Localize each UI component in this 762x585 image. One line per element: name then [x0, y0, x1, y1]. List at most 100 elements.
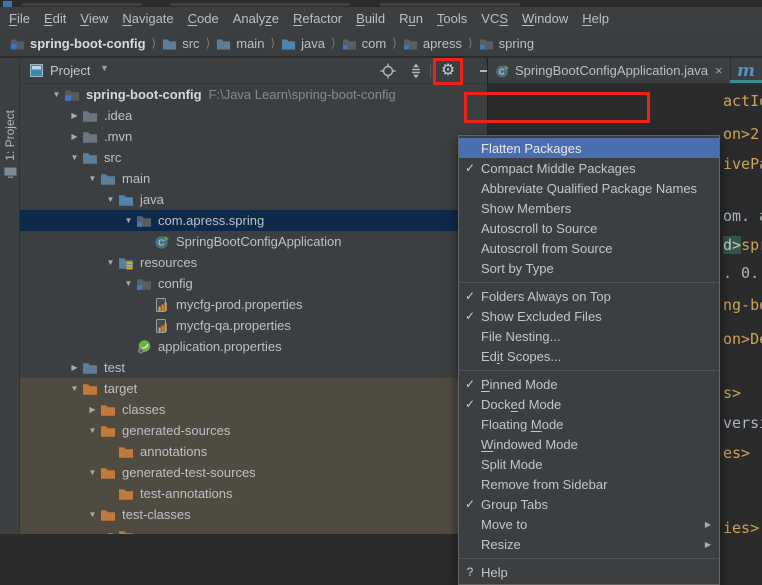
menu-tools[interactable]: Tools: [430, 7, 474, 30]
menu-item-pinned-mode[interactable]: ✓Pinned Mode: [459, 374, 719, 394]
breadcrumb-apress[interactable]: apress: [401, 36, 464, 51]
chevron-expanded-icon[interactable]: ▼: [85, 174, 100, 183]
chevron-collapsed-icon[interactable]: ▶: [85, 405, 100, 414]
menu-item-autoscroll-from-source[interactable]: Autoscroll from Source: [459, 238, 719, 258]
code-fragment: es>: [723, 444, 750, 462]
breadcrumb-spring-boot-config[interactable]: spring-boot-config: [8, 36, 148, 51]
tree-item-generated-test-sources[interactable]: ▼generated-test-sources: [20, 462, 487, 483]
menu-item-autoscroll-to-source[interactable]: Autoscroll to Source: [459, 218, 719, 238]
menu-window[interactable]: Window: [515, 7, 575, 30]
tab-springbootconfigapplication[interactable]: C SpringBootConfigApplication.java ×: [488, 58, 730, 83]
submenu-arrow-icon: ▶: [701, 520, 715, 529]
menu-file[interactable]: File: [2, 7, 37, 30]
panel-title[interactable]: Project: [50, 63, 90, 78]
tree-item-generated-sources[interactable]: ▼generated-sources: [20, 420, 487, 441]
chevron-collapsed-icon[interactable]: ▶: [67, 132, 82, 141]
breadcrumb-separator-icon: ⟩: [392, 36, 397, 50]
breadcrumb-spring[interactable]: spring: [477, 36, 536, 51]
tree-item-test-annotations[interactable]: test-annotations: [20, 483, 487, 504]
menu-item-sort-by-type[interactable]: Sort by Type: [459, 258, 719, 278]
chevron-expanded-icon[interactable]: ▼: [121, 279, 136, 288]
menu-item-group-tabs[interactable]: ✓Group Tabs: [459, 494, 719, 514]
tree-item-java[interactable]: ▼java: [20, 189, 487, 210]
menu-item-compact-middle-packages[interactable]: ✓Compact Middle Packages: [459, 158, 719, 178]
chevron-expanded-icon[interactable]: ▼: [49, 90, 64, 99]
tree-item-springbootconfigapplication[interactable]: CSpringBootConfigApplication: [20, 231, 487, 252]
tree-item-label: mycfg-qa.properties: [176, 318, 291, 333]
menu-refactor[interactable]: Refactor: [286, 7, 349, 30]
menu-build[interactable]: Build: [349, 7, 392, 30]
tree-item-src[interactable]: ▼src: [20, 147, 487, 168]
chevron-collapsed-icon[interactable]: ▶: [67, 363, 82, 372]
menu-code[interactable]: Code: [181, 7, 226, 30]
tree-item-target[interactable]: ▼ target: [20, 378, 487, 399]
menu-item-show-excluded-files[interactable]: ✓Show Excluded Files: [459, 306, 719, 326]
breadcrumb-src[interactable]: src: [160, 36, 201, 51]
tab-pom-maven[interactable]: m: [730, 58, 762, 83]
menu-item-help[interactable]: ?Help: [459, 562, 719, 582]
menu-item-file-nesting[interactable]: File Nesting...: [459, 326, 719, 346]
menu-item-windowed-mode[interactable]: Windowed Mode: [459, 434, 719, 454]
menu-help[interactable]: Help: [575, 7, 616, 30]
tree-item-test-classes[interactable]: ▼test-classes: [20, 504, 487, 525]
chevron-expanded-icon[interactable]: ▼: [85, 468, 100, 477]
chevron-expanded-icon[interactable]: ▼: [85, 510, 100, 519]
tree-item-config[interactable]: ▼config: [20, 273, 487, 294]
menu-edit[interactable]: Edit: [37, 7, 73, 30]
menu-item-floating-mode[interactable]: Floating Mode: [459, 414, 719, 434]
menu-item-label: Compact Middle Packages: [481, 161, 701, 176]
tree-item-resources[interactable]: ▼resources: [20, 252, 487, 273]
menu-view[interactable]: View: [73, 7, 115, 30]
tree-item-label: target: [104, 381, 137, 396]
menu-item-split-mode[interactable]: Split Mode: [459, 454, 719, 474]
menu-item-edit-scopes[interactable]: Edit Scopes...: [459, 346, 719, 366]
chevron-expanded-icon[interactable]: ▼: [103, 195, 118, 204]
hide-panel-button[interactable]: [478, 63, 487, 79]
chevron-expanded-icon[interactable]: ▼: [67, 153, 82, 162]
chevron-expanded-icon[interactable]: ▼: [67, 384, 82, 393]
tree-item-application-properties[interactable]: application.properties: [20, 336, 487, 357]
help-icon: ?: [459, 565, 481, 579]
svg-text:C: C: [158, 237, 164, 247]
menu-vcs[interactable]: VCS: [474, 7, 515, 30]
tree-item-test[interactable]: ▶test: [20, 357, 487, 378]
project-tool-window-button[interactable]: 1: Project: [0, 110, 20, 179]
chevron-collapsed-icon[interactable]: ▶: [67, 111, 82, 120]
menu-item-abbreviate-qualified-package-names[interactable]: Abbreviate Qualified Package Names: [459, 178, 719, 198]
settings-button[interactable]: ⚙: [440, 63, 456, 79]
tree-item-com-apress-spring[interactable]: ▼com.apress.spring: [20, 210, 487, 231]
locate-button[interactable]: [380, 63, 396, 79]
tree-item-classes[interactable]: ▶classes: [20, 399, 487, 420]
menu-item-show-members[interactable]: Show Members: [459, 198, 719, 218]
tree-item-item[interactable]: ▼: [20, 525, 487, 534]
editor-tabbar: C SpringBootConfigApplication.java × m: [488, 58, 762, 84]
code-fragment: actIo: [723, 92, 762, 110]
chevron-expanded-icon[interactable]: ▼: [103, 258, 118, 267]
menu-item-remove-from-sidebar[interactable]: Remove from Sidebar: [459, 474, 719, 494]
chevron-expanded-icon[interactable]: ▼: [85, 426, 100, 435]
tree-item-annotations[interactable]: annotations: [20, 441, 487, 462]
breadcrumb-com[interactable]: com: [340, 36, 389, 51]
menu-run[interactable]: Run: [392, 7, 430, 30]
tree-item-main[interactable]: ▼main: [20, 168, 487, 189]
menu-item-folders-always-on-top[interactable]: ✓Folders Always on Top: [459, 286, 719, 306]
menu-item-resize[interactable]: Resize▶: [459, 534, 719, 554]
chevron-down-icon[interactable]: ▼: [100, 63, 109, 73]
menu-navigate[interactable]: Navigate: [115, 7, 180, 30]
menu-item-docked-mode[interactable]: ✓Docked Mode: [459, 394, 719, 414]
menu-analyze[interactable]: Analyze: [226, 7, 286, 30]
tree-item-mvn[interactable]: ▶.mvn: [20, 126, 487, 147]
menu-item-label: Pinned Mode: [481, 377, 701, 392]
menu-item-flatten-packages[interactable]: Flatten Packages: [459, 138, 719, 158]
tree-item-mycfg-prod-properties[interactable]: mycfg-prod.properties: [20, 294, 487, 315]
tree-item-spring-boot-config[interactable]: ▼spring-boot-configF:\Java Learn\spring-…: [20, 84, 487, 105]
menu-item-move-to[interactable]: Move to▶: [459, 514, 719, 534]
breadcrumb-java[interactable]: java: [279, 36, 327, 51]
close-icon[interactable]: ×: [715, 63, 723, 78]
tree-item-idea[interactable]: ▶.idea: [20, 105, 487, 126]
menu-item-label: Autoscroll to Source: [481, 221, 701, 236]
breadcrumb-main[interactable]: main: [214, 36, 266, 51]
tree-item-mycfg-qa-properties[interactable]: mycfg-qa.properties: [20, 315, 487, 336]
chevron-expanded-icon[interactable]: ▼: [121, 216, 136, 225]
collapse-all-button[interactable]: [408, 63, 424, 79]
